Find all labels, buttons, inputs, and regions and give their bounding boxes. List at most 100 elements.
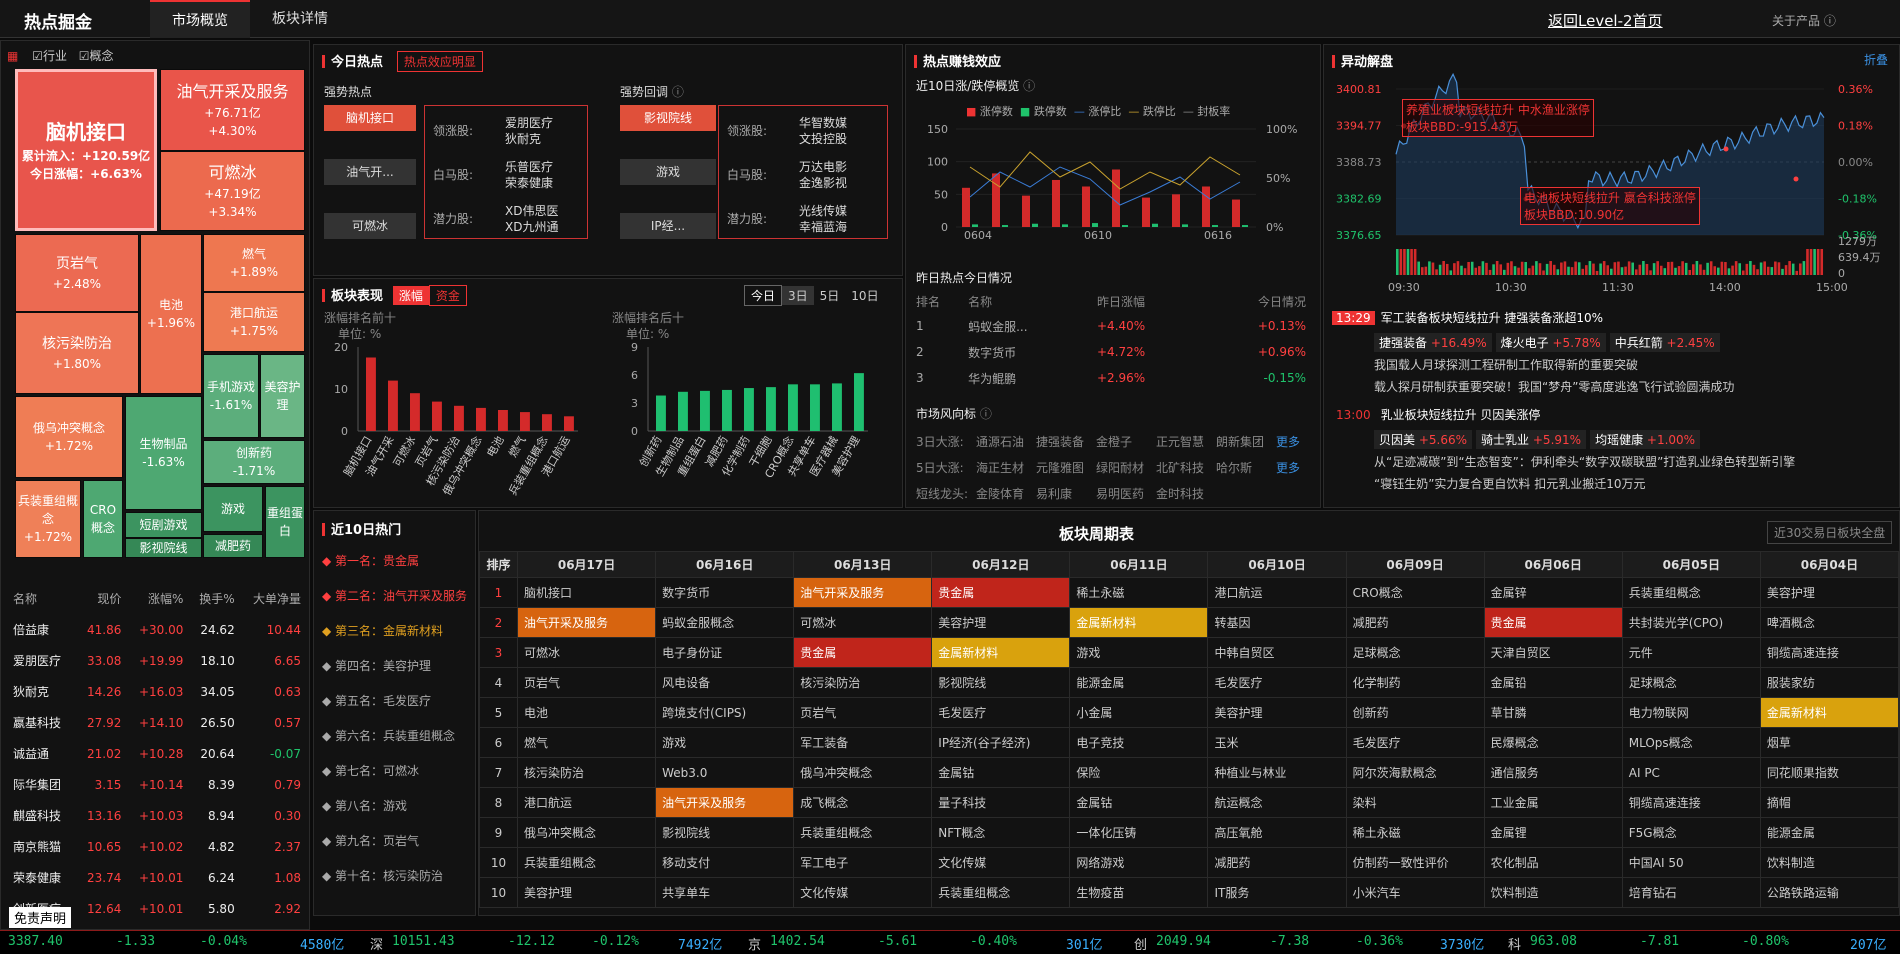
cycle-cell[interactable]: 数字货币 [655,577,795,608]
news-line[interactable]: 载人探月研制获重要突破！我国“梦舟”零高度逃逸飞行试验圆满成功 [1374,376,1892,398]
cycle-cell[interactable]: 通信服务 [1483,757,1623,788]
cycle-cell[interactable]: 量子科技 [931,787,1071,818]
cycle-cell[interactable]: 染料 [1345,787,1485,818]
wind-stock[interactable]: 通源石油 [976,429,1036,455]
wind-stock[interactable]: 易利康 [1036,481,1096,507]
cycle-cell[interactable]: 成飞概念 [793,787,933,818]
hot10-item[interactable]: ◆ 第一名：贵金属 [322,551,477,586]
news-title[interactable]: 乳业板块短线拉升 贝因美涨停 [1381,408,1541,422]
wind-stock[interactable]: 正元智慧 [1156,429,1216,455]
bar-limit-down[interactable] [1212,225,1218,227]
cycle-cell[interactable]: Web3.0 [655,757,795,788]
cycle-cell[interactable]: 兵装重组概念 [931,877,1071,908]
treemap-tile[interactable]: 兵装重组概念 +1.72% [15,480,81,558]
cycle-cell[interactable]: 俄乌冲突概念 [793,757,933,788]
cycle-cell[interactable]: 网络游戏 [1069,847,1209,878]
bar-limit-up[interactable] [962,187,970,227]
cycle-cell[interactable]: 美容护理 [1759,577,1899,608]
period-5d[interactable]: 5日 [814,286,846,305]
disclaimer-button[interactable]: 免责声明 [9,907,72,928]
hot10-item[interactable]: ◆ 第六名：兵装重组概念 [322,726,477,761]
pullback-btn[interactable]: IP经... [620,213,716,239]
bar[interactable] [832,383,842,431]
detail-stock[interactable]: 光线传媒 [799,202,847,219]
detail-stock[interactable]: 荣泰健康 [505,174,553,191]
cycle-cell[interactable]: 核污染防治 [793,667,933,698]
help-icon[interactable]: ⓘ [1023,79,1035,93]
index-name[interactable]: 创 [1134,934,1147,953]
bar[interactable] [700,390,710,431]
stock-row[interactable]: 倍益康 41.86 +30.00 24.62 10.44 [9,614,305,645]
event-marker[interactable] [1723,146,1729,152]
cycle-cell[interactable]: 跨境支付(CIPS) [655,697,795,728]
treemap-tile[interactable]: 油气开采及服务 +76.71亿 +4.30% [160,69,305,151]
cycle-cell[interactable]: 烟草 [1759,727,1899,758]
about-link[interactable]: 关于产品 ⓘ [1772,12,1836,29]
bar-limit-down[interactable] [1122,225,1128,227]
cycle-cell[interactable]: 金属新材料 [1069,607,1209,638]
stock-row[interactable]: 麒盛科技 13.16 +10.03 8.94 0.30 [9,800,305,831]
more-link[interactable]: 更多 [1276,461,1300,475]
treemap-tile[interactable]: 美容护理 [260,354,305,438]
cycle-cell[interactable]: 玉米 [1207,727,1347,758]
cycle-cell[interactable]: 天津自贸区 [1483,637,1623,668]
bar-limit-up[interactable] [1172,194,1180,227]
cycle-cell[interactable]: 港口航运 [1207,577,1347,608]
yesterday-row[interactable]: 3 华为鲲鹏 +2.96% -0.15% [916,365,1306,391]
cycle-cell[interactable]: 培育钻石 [1621,877,1761,908]
cycle-cell[interactable]: 电子身份证 [655,637,795,668]
cycle-cell[interactable]: 油气开采及服务 [516,607,657,638]
wind-stock[interactable]: 朗新集团 [1216,429,1276,455]
treemap-icon[interactable]: ▦ [7,49,18,63]
cycle-cell[interactable]: 毛发医疗 [931,697,1071,728]
cycle-cell[interactable]: 服装家纺 [1759,667,1899,698]
treemap-tile[interactable]: 页岩气 +2.48% [15,234,139,312]
index-name[interactable]: 深 [370,934,383,953]
tab-capital[interactable]: 资金 [428,285,467,306]
cycle-cell[interactable]: 游戏 [655,727,795,758]
cycle-cell[interactable]: 小米汽车 [1345,877,1485,908]
cycle-cell[interactable]: 港口航运 [516,787,657,818]
bar-limit-up[interactable] [1142,197,1150,227]
cycle-cell[interactable]: NFT概念 [931,817,1071,848]
bar[interactable] [854,373,864,431]
bar[interactable] [678,391,688,431]
treemap-tile[interactable]: 创新药 -1.71% [203,440,305,484]
pullback-btn[interactable]: 影视院线 [620,105,716,131]
cycle-cell[interactable]: 中国AI 50 [1621,847,1761,878]
strong-hot-btn[interactable]: 油气开... [324,159,416,185]
cycle-cell[interactable]: 转基因 [1207,607,1347,638]
bar[interactable] [410,393,420,431]
cycle-cell[interactable]: 工业金属 [1483,787,1623,818]
bar[interactable] [542,414,552,431]
news-line[interactable]: 我国载人月球探测工程研制工作取得新的重要突破 [1374,354,1892,376]
concept-checkbox[interactable]: ☑ [79,49,90,63]
cycle-cell[interactable]: 贵金属 [1483,607,1623,638]
event-marker[interactable] [1793,176,1799,182]
treemap-tile[interactable]: 电池 +1.96% [140,234,202,394]
treemap-tile[interactable]: 减肥药 [203,534,263,558]
back-level2-link[interactable]: 返回Level-2首页 [1548,10,1663,31]
cycle-cell[interactable]: 公路铁路运输 [1759,877,1899,908]
cycle-cell[interactable]: 金属钴 [1069,787,1209,818]
cycle-cell[interactable]: 贵金属 [793,637,933,668]
fold-button[interactable]: 折叠 [1864,51,1888,68]
hot10-item[interactable]: ◆ 第十名：核污染防治 [322,866,477,901]
cycle-cell[interactable]: IP经济(谷子经济) [931,727,1071,758]
detail-stock[interactable]: 乐普医疗 [505,158,553,175]
bar[interactable] [788,384,798,431]
bar-limit-down[interactable] [1032,223,1038,227]
hot10-item[interactable]: ◆ 第八名：游戏 [322,796,477,831]
detail-stock[interactable]: 狄耐克 [505,130,541,147]
cycle-cell[interactable]: 兵装重组概念 [793,817,933,848]
news-line[interactable]: “寝钰生奶”实力复合更自饮料 扣元乳业搬迁10万元 [1374,473,1892,495]
cycle-cell[interactable]: 铜缆高速连接 [1621,787,1761,818]
treemap-tile[interactable]: 可燃冰 +47.19亿 +3.34% [160,151,305,231]
cycle-cell[interactable]: 生物疫苗 [1069,877,1209,908]
stock-row[interactable]: 狄耐克 14.26 +16.03 34.05 0.63 [9,676,305,707]
cycle-cell[interactable]: 可燃冰 [516,637,657,668]
bar[interactable] [366,357,376,432]
cycle-cell[interactable]: F5G概念 [1621,817,1761,848]
cycle-cell[interactable]: 美容护理 [516,877,657,908]
stock-row[interactable]: 爱朋医疗 33.08 +19.99 18.10 6.65 [9,645,305,676]
